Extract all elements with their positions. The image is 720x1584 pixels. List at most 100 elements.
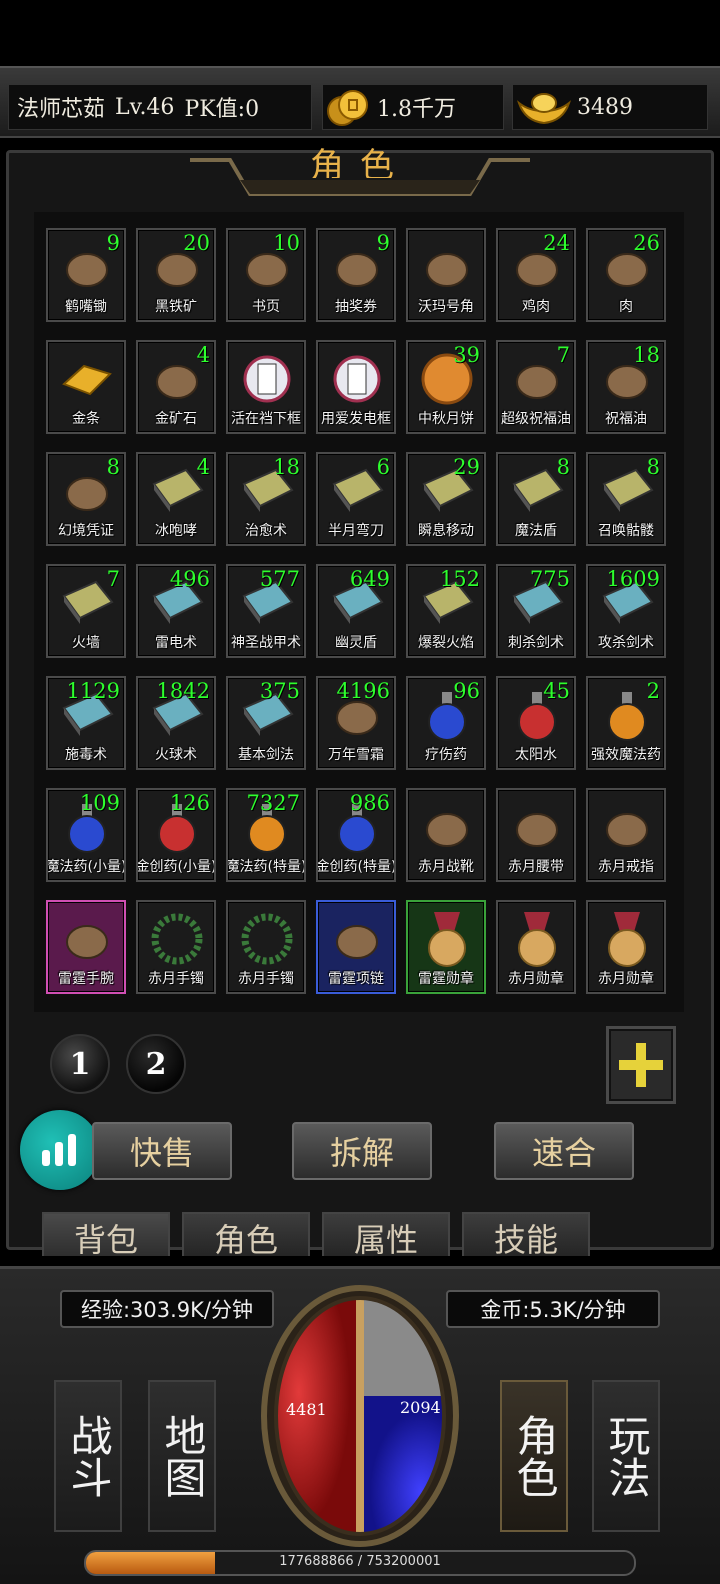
inventory-slot[interactable]: 109 魔法药(小量) — [46, 788, 126, 882]
nav-role-button[interactable]: 角色 — [500, 1380, 568, 1532]
tab-skills[interactable]: 技能 — [462, 1212, 590, 1256]
inventory-slot[interactable]: 沃玛号角 — [406, 228, 486, 322]
inventory-slot[interactable]: 雷霆勋章 — [406, 900, 486, 994]
page-1-button[interactable]: 1 — [50, 1034, 110, 1094]
item-count: 7 — [556, 343, 570, 367]
tab-character[interactable]: 角色 — [182, 1212, 310, 1256]
inventory-slot[interactable]: 1842 火球术 — [136, 676, 216, 770]
item-name: 魔法药(特量) — [226, 859, 306, 875]
item-name: 祝福油 — [605, 411, 647, 427]
inventory-slot[interactable]: 1129 施毒术 — [46, 676, 126, 770]
frame-icon — [243, 355, 291, 403]
item-name: 幽灵盾 — [335, 635, 377, 651]
inventory-slot[interactable]: 赤月戒指 — [586, 788, 666, 882]
inventory-slot[interactable]: 赤月手镯 — [136, 900, 216, 994]
disassemble-button[interactable]: 拆解 — [292, 1122, 432, 1180]
item-name: 赤月战靴 — [418, 859, 474, 875]
nav-fight-button[interactable]: 战斗 — [54, 1380, 122, 1532]
player-level: Lv.46 — [115, 94, 175, 120]
item-name: 火球术 — [155, 747, 197, 763]
inventory-slot[interactable]: 7327 魔法药(特量) — [226, 788, 306, 882]
inventory-slot[interactable]: 雷霆手腕 — [46, 900, 126, 994]
item-name: 魔法盾 — [515, 523, 557, 539]
gold-amount: 1.8千万 — [377, 97, 456, 122]
inventory-slot[interactable]: 8 召唤骷髅 — [586, 452, 666, 546]
player-info[interactable]: 法师芯茹 Lv.46 PK值:0 — [8, 84, 312, 130]
inventory-grid: 9 鹤嘴锄 20 黑铁矿 10 书页 9 抽奖券 沃玛号角 24 鸡肉 26 肉金条 4 金矿石 活在裆下框用… — [34, 212, 684, 1012]
item-count: 9 — [106, 231, 120, 255]
inventory-slot[interactable]: 986 金创药(特量) — [316, 788, 396, 882]
item-name: 强效魔法药 — [591, 747, 661, 763]
plus-icon — [619, 1043, 663, 1087]
inventory-slot[interactable]: 126 金创药(小量) — [136, 788, 216, 882]
item-count: 4196 — [336, 679, 390, 703]
item-count: 10 — [273, 231, 300, 255]
add-slot-button[interactable] — [606, 1026, 676, 1104]
inventory-slot[interactable]: 4196 万年雪霜 — [316, 676, 396, 770]
item-name: 赤月手镯 — [238, 971, 294, 987]
ring-icon — [606, 813, 648, 847]
inventory-slot[interactable]: 4 冰咆哮 — [136, 452, 216, 546]
quick-merge-button[interactable]: 速合 — [494, 1122, 634, 1180]
item-name: 治愈术 — [245, 523, 287, 539]
inventory-slot[interactable]: 18 祝福油 — [586, 340, 666, 434]
item-count: 8 — [556, 455, 570, 479]
item-name: 施毒术 — [65, 747, 107, 763]
item-name: 半月弯刀 — [328, 523, 384, 539]
inventory-slot[interactable]: 9 鹤嘴锄 — [46, 228, 126, 322]
inventory-slot[interactable]: 18 治愈术 — [226, 452, 306, 546]
inventory-slot[interactable]: 赤月战靴 — [406, 788, 486, 882]
inventory-slot[interactable]: 20 黑铁矿 — [136, 228, 216, 322]
item-name: 活在裆下框 — [231, 411, 301, 427]
page-2-button[interactable]: 2 — [126, 1034, 186, 1094]
nav-role-label: 角色 — [510, 1414, 559, 1498]
item-count: 775 — [529, 567, 570, 591]
inventory-slot[interactable]: 活在裆下框 — [226, 340, 306, 434]
inventory-slot[interactable]: 45 太阳水 — [496, 676, 576, 770]
inventory-slot[interactable]: 赤月腰带 — [496, 788, 576, 882]
inventory-slot[interactable]: 152 爆裂火焰 — [406, 564, 486, 658]
nav-map-label: 地图 — [158, 1414, 207, 1498]
inventory-slot[interactable]: 雷霆项链 — [316, 900, 396, 994]
item-count: 2 — [646, 679, 660, 703]
item-count: 1842 — [156, 679, 210, 703]
item-name: 鹤嘴锄 — [65, 299, 107, 315]
inventory-slot[interactable]: 96 疗伤药 — [406, 676, 486, 770]
item-name: 中秋月饼 — [418, 411, 474, 427]
inventory-slot[interactable]: 8 魔法盾 — [496, 452, 576, 546]
quick-sell-button[interactable]: 快售 — [92, 1122, 232, 1180]
item-count: 1129 — [66, 679, 120, 703]
item-name: 太阳水 — [515, 747, 557, 763]
tab-bag[interactable]: 背包 — [42, 1212, 170, 1256]
inventory-slot[interactable]: 金条 — [46, 340, 126, 434]
gold-rate: 金币:5.3K/分钟 — [446, 1290, 660, 1328]
inventory-slot[interactable]: 29 瞬息移动 — [406, 452, 486, 546]
inventory-slot[interactable]: 7 火墙 — [46, 564, 126, 658]
inventory-slot[interactable]: 4 金矿石 — [136, 340, 216, 434]
inventory-slot[interactable]: 8 幻境凭证 — [46, 452, 126, 546]
inventory-slot[interactable]: 2 强效魔法药 — [586, 676, 666, 770]
inventory-slot[interactable]: 用爱发电框 — [316, 340, 396, 434]
inventory-slot[interactable]: 26 肉 — [586, 228, 666, 322]
nav-fight-label: 战斗 — [64, 1414, 113, 1498]
floating-stats-button[interactable] — [20, 1110, 100, 1190]
tab-attributes[interactable]: 属性 — [322, 1212, 450, 1256]
nav-map-button[interactable]: 地图 — [148, 1380, 216, 1532]
inventory-slot[interactable]: 496 雷电术 — [136, 564, 216, 658]
inventory-slot[interactable]: 1609 攻杀剑术 — [586, 564, 666, 658]
inventory-slot[interactable]: 10 书页 — [226, 228, 306, 322]
inventory-slot[interactable]: 7 超级祝福油 — [496, 340, 576, 434]
nav-play-button[interactable]: 玩法 — [592, 1380, 660, 1532]
inventory-slot[interactable]: 9 抽奖券 — [316, 228, 396, 322]
inventory-slot[interactable]: 6 半月弯刀 — [316, 452, 396, 546]
item-count: 20 — [183, 231, 210, 255]
inventory-slot[interactable]: 赤月勋章 — [586, 900, 666, 994]
inventory-slot[interactable]: 775 刺杀剑术 — [496, 564, 576, 658]
inventory-slot[interactable]: 赤月勋章 — [496, 900, 576, 994]
inventory-slot[interactable]: 39 中秋月饼 — [406, 340, 486, 434]
inventory-slot[interactable]: 577 神圣战甲术 — [226, 564, 306, 658]
inventory-slot[interactable]: 24 鸡肉 — [496, 228, 576, 322]
inventory-slot[interactable]: 赤月手镯 — [226, 900, 306, 994]
inventory-slot[interactable]: 649 幽灵盾 — [316, 564, 396, 658]
inventory-slot[interactable]: 375 基本剑法 — [226, 676, 306, 770]
